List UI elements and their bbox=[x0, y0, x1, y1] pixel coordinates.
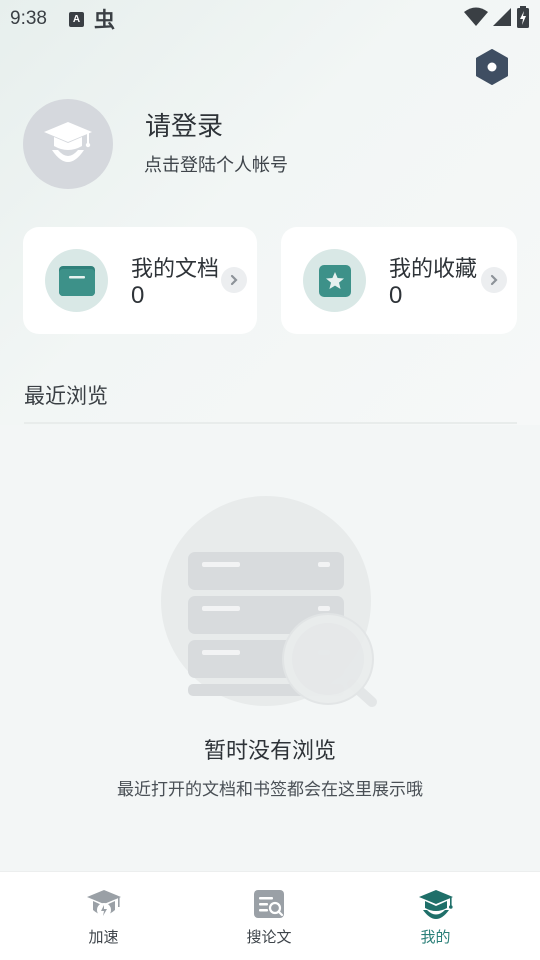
notification-bug-icon: 虫 bbox=[93, 9, 115, 32]
card-icon-container bbox=[45, 249, 108, 312]
bottom-navigation: 加速 搜论文 我的 bbox=[0, 871, 540, 960]
hexagon-settings-icon bbox=[476, 49, 508, 85]
my-documents-card[interactable]: 我的文档 0 bbox=[23, 227, 257, 334]
card-title: 我的收藏 bbox=[389, 257, 478, 282]
my-favorites-card[interactable]: 我的收藏 0 bbox=[281, 227, 517, 334]
nav-item-mine[interactable]: 我的 bbox=[331, 872, 540, 960]
card-arrow-button[interactable] bbox=[481, 267, 507, 293]
graduation-cap-user-icon bbox=[44, 122, 92, 162]
folder-icon bbox=[58, 265, 95, 296]
nav-item-accelerate[interactable]: 加速 bbox=[0, 872, 207, 960]
graduation-speed-icon bbox=[86, 890, 121, 917]
card-icon-container bbox=[303, 249, 366, 312]
status-time: 9:38 bbox=[10, 8, 47, 29]
nav-label: 加速 bbox=[88, 928, 119, 946]
signal-icon bbox=[493, 8, 511, 26]
chevron-right-icon bbox=[230, 274, 238, 286]
recent-section-title: 最近浏览 bbox=[24, 384, 108, 408]
wifi-icon bbox=[464, 7, 488, 26]
status-bar: 9:38 A 虫 bbox=[0, 0, 540, 38]
search-paper-icon bbox=[254, 890, 284, 918]
empty-state-title: 暂时没有浏览 bbox=[203, 739, 336, 764]
chevron-right-icon bbox=[490, 274, 498, 286]
graduation-cap-user-icon bbox=[418, 890, 453, 919]
nav-label: 我的 bbox=[420, 928, 451, 946]
login-subtitle[interactable]: 点击登陆个人帐号 bbox=[144, 151, 288, 177]
divider bbox=[24, 422, 517, 424]
notification-a-icon: A bbox=[68, 11, 84, 27]
battery-icon bbox=[517, 6, 529, 28]
card-count: 0 bbox=[131, 282, 145, 309]
header-background bbox=[0, 0, 540, 425]
status-icons bbox=[464, 6, 530, 28]
nav-label: 搜论文 bbox=[246, 928, 292, 946]
settings-button[interactable] bbox=[474, 48, 510, 86]
card-arrow-button[interactable] bbox=[221, 267, 247, 293]
empty-state-subtitle: 最近打开的文档和书签都会在这里展示哦 bbox=[117, 780, 423, 800]
login-title[interactable]: 请登录 bbox=[145, 106, 223, 143]
card-title: 我的文档 bbox=[131, 257, 220, 282]
nav-item-search-paper[interactable]: 搜论文 bbox=[207, 872, 331, 960]
avatar[interactable] bbox=[23, 99, 113, 189]
empty-illustration bbox=[161, 496, 377, 707]
card-count: 0 bbox=[389, 282, 403, 309]
star-icon bbox=[318, 264, 351, 297]
